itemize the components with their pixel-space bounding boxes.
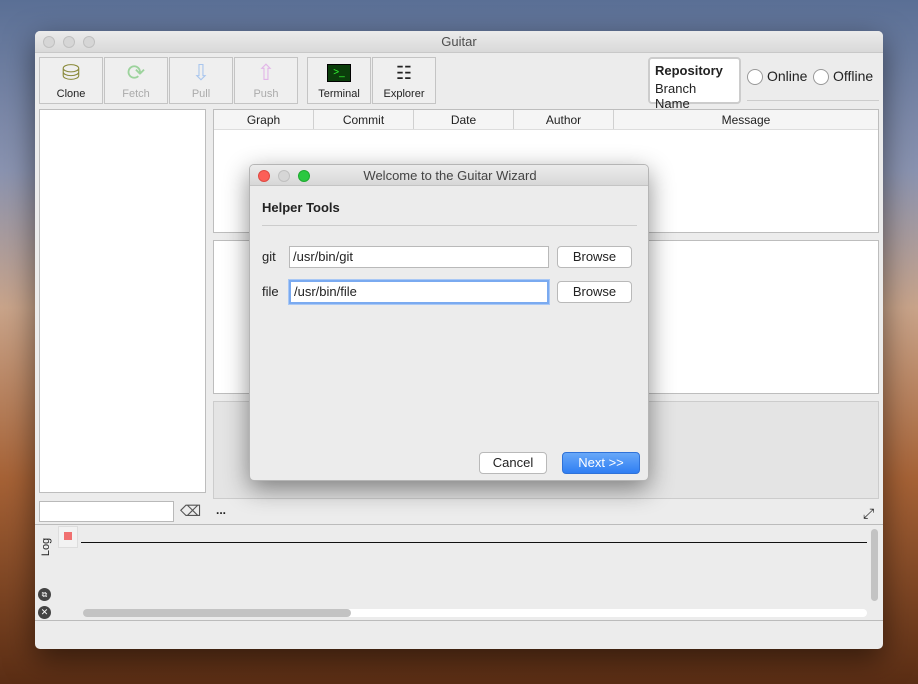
file-browse-button[interactable]: Browse [557,281,632,303]
dialog-zoom-button[interactable] [298,170,310,182]
vertical-scrollbar[interactable] [871,529,878,601]
close-button[interactable] [43,36,55,48]
terminal-label: Terminal [318,88,360,100]
column-graph[interactable]: Graph [214,110,314,129]
title-bar: Guitar [35,31,883,53]
dialog-close-button[interactable] [258,170,270,182]
log-separator [81,542,867,543]
arrow-down-icon: ⇩ [191,60,211,85]
refresh-icon: ⟳ [126,60,146,85]
column-author[interactable]: Author [514,110,614,129]
divider [35,524,883,525]
close-dock-icon[interactable]: ✕ [38,606,51,619]
fetch-button[interactable]: ⟳ Fetch [104,57,168,104]
git-path-input[interactable]: /usr/bin/git [289,246,549,268]
cancel-button[interactable]: Cancel [479,452,547,474]
table-header: Graph Commit Date Author Message [214,110,878,130]
git-browse-button[interactable]: Browse [557,246,632,268]
terminal-button[interactable]: >_ Terminal [307,57,371,104]
repository-tree[interactable] [39,109,206,493]
folder-list-icon: ☷ [395,62,413,83]
pull-label: Pull [191,88,211,100]
horizontal-scrollbar[interactable] [83,609,867,617]
minimize-button[interactable] [63,36,75,48]
log-dock-title: Log [40,537,53,557]
file-path-input[interactable]: /usr/bin/file [289,280,549,304]
online-label: Online [767,68,808,84]
column-commit[interactable]: Commit [314,110,414,129]
repository-info: Repository Branch Name [648,57,741,111]
database-icon: ⛁ [61,60,81,85]
clear-filter-icon[interactable]: ⌫ [180,502,201,520]
branch-name: Branch Name [655,81,697,111]
section-heading: Helper Tools [262,200,340,215]
fetch-label: Fetch [122,88,150,100]
push-button[interactable]: ⇧ Push [234,57,298,104]
clone-label: Clone [56,88,86,100]
explorer-label: Explorer [383,88,425,100]
terminal-icon: >_ [308,58,370,88]
push-label: Push [253,88,279,100]
file-label: file [262,284,279,299]
float-dock-icon[interactable]: ⧉ [38,588,51,601]
wizard-dialog: Welcome to the Guitar Wizard Helper Tool… [249,164,649,481]
dialog-minimize-button[interactable] [278,170,290,182]
dialog-title: Welcome to the Guitar Wizard [363,168,537,183]
online-radio[interactable]: Online [747,68,808,86]
explorer-button[interactable]: ☷ Explorer [372,57,436,104]
clone-button[interactable]: ⛁ Clone [39,57,103,104]
divider [262,225,637,226]
expand-icon[interactable]: ⤢ [863,505,874,522]
zoom-button[interactable] [83,36,95,48]
column-date[interactable]: Date [414,110,514,129]
offline-label: Offline [833,68,874,84]
window-title: Guitar [441,34,477,49]
log-status [58,526,78,548]
git-label: git [262,249,276,264]
column-message[interactable]: Message [614,110,878,129]
more-button[interactable]: ... [216,503,226,517]
arrow-up-icon: ⇧ [256,60,276,85]
next-button[interactable]: Next >> [562,452,640,474]
stop-icon [64,532,72,540]
pull-button[interactable]: ⇩ Pull [169,57,233,104]
status-bar-divider [35,620,883,621]
repository-name: Repository [655,63,723,78]
offline-radio[interactable]: Offline [813,68,874,86]
filter-input[interactable] [39,501,174,522]
divider [747,100,879,101]
